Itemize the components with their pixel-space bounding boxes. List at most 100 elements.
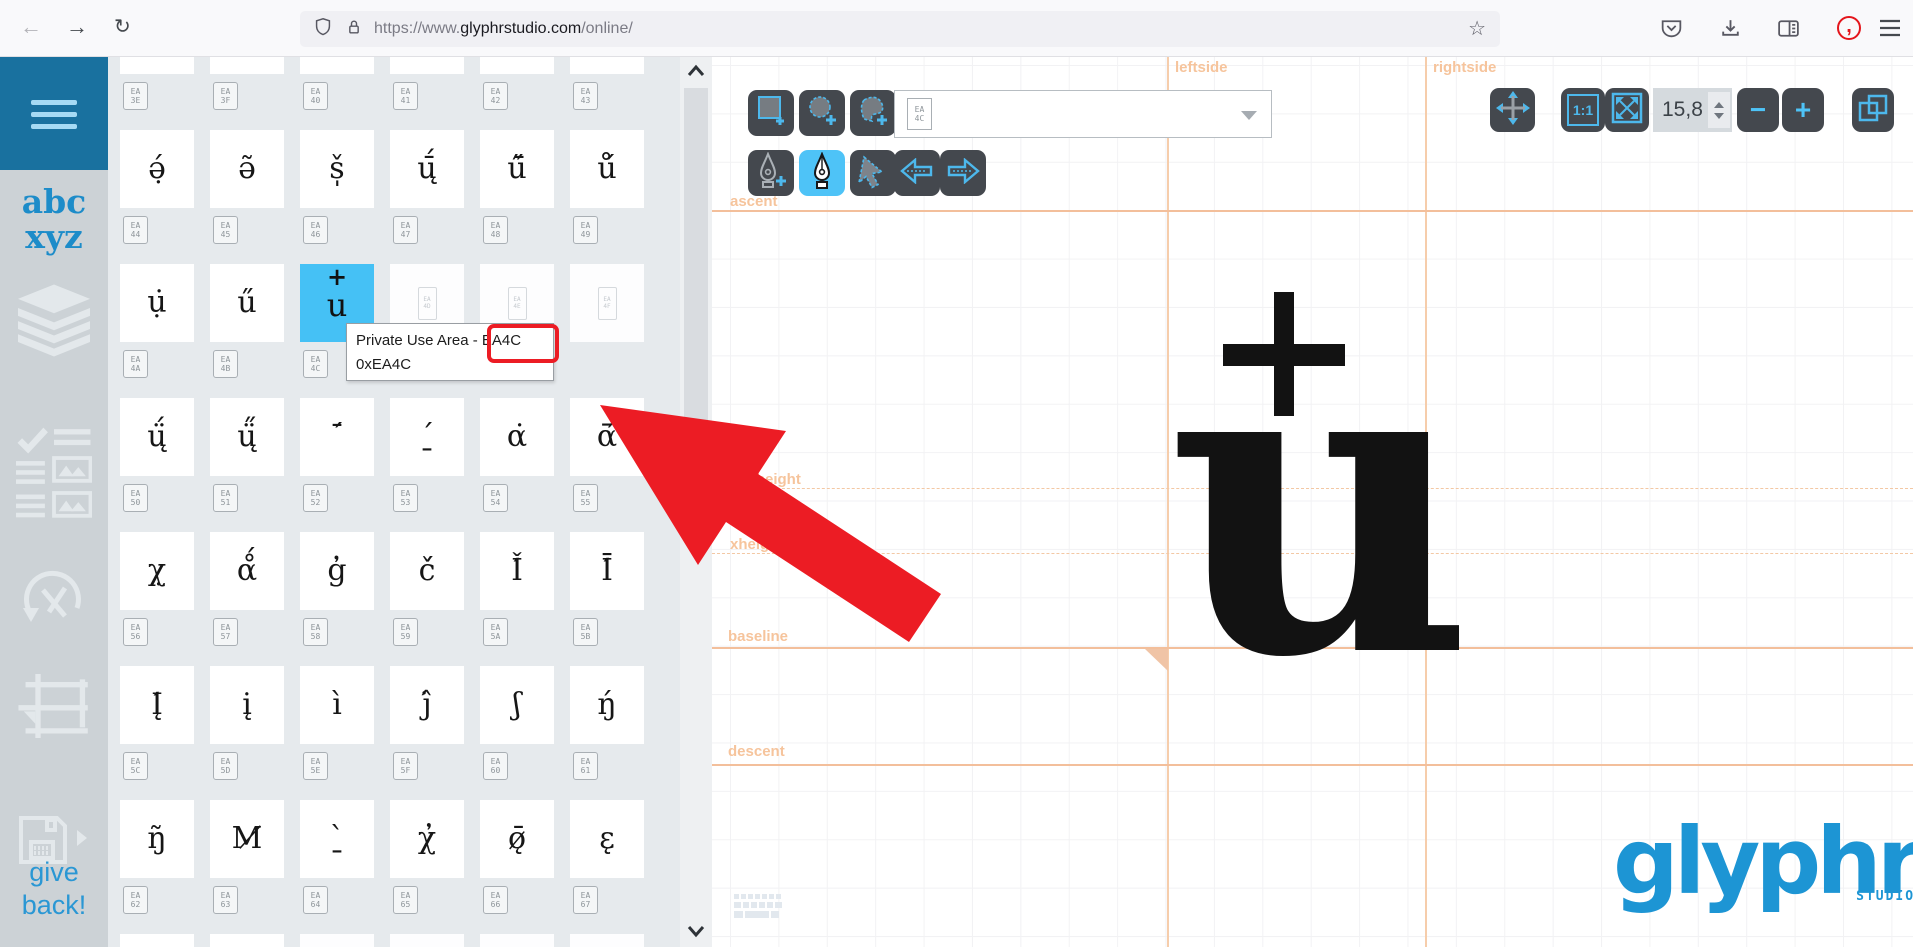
- sidebar-item-glyph-edit[interactable]: abc xyz: [0, 184, 108, 254]
- glyph-cell[interactable]: ű̄: [480, 130, 554, 208]
- glyph-cell-empty[interactable]: [480, 934, 554, 947]
- glyph-code-badge: EA48: [483, 216, 508, 244]
- glyph-cell[interactable]: ụ̇: [120, 264, 194, 342]
- sidebar-item-history[interactable]: [19, 564, 89, 639]
- sidebar-item-overview[interactable]: [16, 424, 92, 529]
- scroll-up-icon[interactable]: [686, 62, 706, 82]
- glyph-code-badge: EA45: [213, 216, 238, 244]
- zoom-level-field[interactable]: 15,8: [1653, 88, 1732, 132]
- glyph-cell[interactable]: į: [210, 666, 284, 744]
- glyph-cell[interactable]: [210, 56, 284, 74]
- glyph-cell[interactable]: [120, 56, 194, 74]
- glyph-cell[interactable]: ų̈́: [120, 398, 194, 476]
- new-path-tool-button[interactable]: [850, 90, 896, 136]
- badge-code-top: EA: [915, 105, 925, 114]
- add-path-point-tool-button[interactable]: [748, 150, 794, 196]
- glyph-cell[interactable]: ƫ: [300, 56, 374, 74]
- reload-icon[interactable]: ↻: [114, 12, 131, 42]
- cell-glyph: ˉ́: [330, 422, 345, 452]
- glyph-cell[interactable]: ø̨̄: [480, 800, 554, 878]
- glyph-cell[interactable]: ŋ̃: [120, 800, 194, 878]
- glyph-cell[interactable]: ˍ́: [390, 398, 464, 476]
- glyph-cell[interactable]: Į́: [120, 666, 194, 744]
- glyph-cell[interactable]: ű: [210, 264, 284, 342]
- glyph-cell-empty[interactable]: [300, 934, 374, 947]
- glyph-cell[interactable]: ĵ̇: [390, 666, 464, 744]
- menu-hamburger-icon[interactable]: [1878, 18, 1902, 43]
- glyph-cell[interactable]: ˍ̀: [300, 800, 374, 878]
- cell-glyph: ų̄́: [417, 154, 436, 184]
- forward-icon[interactable]: →: [66, 12, 88, 42]
- spinner-up-icon[interactable]: [1714, 102, 1724, 108]
- zoom-spinner[interactable]: [1708, 92, 1730, 128]
- lock-icon[interactable]: [344, 15, 364, 44]
- glyph-cell[interactable]: ʃ: [480, 666, 554, 744]
- sidebar-item-kerning[interactable]: [18, 674, 90, 759]
- path-edit-arrow-tool-button[interactable]: [850, 150, 896, 196]
- zoom-fit-button[interactable]: [1605, 88, 1649, 132]
- glyph-cell[interactable]: χ̣: [120, 532, 194, 610]
- glyph-cell[interactable]: α̊́: [210, 532, 284, 610]
- zoom-out-button[interactable]: −: [1737, 88, 1779, 132]
- sidebar-item-menu[interactable]: [0, 56, 108, 170]
- glyph-cell[interactable]: ç: [570, 56, 644, 74]
- glyph-cell[interactable]: Ī́: [570, 532, 644, 610]
- glyph-cell[interactable]: ì: [300, 666, 374, 744]
- glyph-base-letter[interactable]: u: [1168, 257, 1473, 750]
- glyph-code-badge: EA67: [573, 886, 598, 914]
- scrollbar-thumb[interactable]: [684, 88, 708, 428]
- glyph-code-badge: EA58: [303, 618, 328, 646]
- glyph-cell[interactable]: ᾱ́: [570, 398, 644, 476]
- glyph-cell[interactable]: ị: [480, 56, 554, 74]
- zoom-in-button[interactable]: +: [1782, 88, 1824, 132]
- origin-marker-triangle[interactable]: [1145, 649, 1168, 671]
- glyph-grid-scrollbar[interactable]: [680, 56, 712, 947]
- glyph-cell[interactable]: ɛ̨: [570, 800, 644, 878]
- bookmark-star-icon[interactable]: ☆: [1468, 16, 1486, 41]
- cell-glyph: ų̈̋: [237, 422, 256, 452]
- glyph-cell[interactable]: ạ: [390, 56, 464, 74]
- pan-tool-button[interactable]: [1490, 88, 1535, 132]
- download-icon[interactable]: [1718, 16, 1743, 46]
- glyph-cell[interactable]: M̸: [210, 800, 284, 878]
- glyph-cell[interactable]: ə̃: [210, 130, 284, 208]
- badge-code-bottom: 4C: [915, 114, 925, 123]
- glyph-cell[interactable]: ů́: [570, 130, 644, 208]
- glyph-cell-empty[interactable]: [390, 934, 464, 947]
- glyph-cell[interactable]: č́: [390, 532, 464, 610]
- glyph-cell[interactable]: ų̄́: [390, 130, 464, 208]
- next-glyph-button[interactable]: [940, 150, 986, 196]
- glyph-cell[interactable]: Ʒ: [120, 934, 194, 947]
- glyph-cell[interactable]: α̇: [480, 398, 554, 476]
- glyph-cell[interactable]: É: [210, 934, 284, 947]
- extension-icon[interactable]: ,: [1835, 14, 1863, 47]
- layers-panel-button[interactable]: [1852, 88, 1894, 132]
- glyph-cell-empty[interactable]: [570, 934, 644, 947]
- scroll-down-icon[interactable]: [686, 920, 706, 940]
- pen-tool-button-active[interactable]: [799, 150, 845, 196]
- glyph-cell[interactable]: ˉ́: [300, 398, 374, 476]
- zoom-one-to-one-button[interactable]: 1:1: [1561, 88, 1605, 132]
- shield-icon[interactable]: [312, 15, 334, 44]
- sidebar-item-layers[interactable]: [18, 284, 90, 375]
- empty-glyph-placeholder: EA4D: [418, 287, 437, 320]
- sidebar-panel-icon[interactable]: [1776, 16, 1801, 46]
- glyph-cell[interactable]: ų̈̋: [210, 398, 284, 476]
- sidebar-item-give-back[interactable]: give back!: [0, 856, 108, 922]
- glyph-cell[interactable]: š̩: [300, 130, 374, 208]
- new-oval-tool-button[interactable]: [799, 90, 845, 136]
- glyph-selector-dropdown[interactable]: EA4C: [894, 90, 1272, 138]
- glyph-cell-empty[interactable]: EA4F: [570, 264, 644, 342]
- address-bar[interactable]: https://www.glyphrstudio.com/online/ ☆: [300, 11, 1500, 47]
- glyph-cell[interactable]: Ǐ́: [480, 532, 554, 610]
- previous-glyph-button[interactable]: [894, 150, 940, 196]
- back-icon[interactable]: ←: [20, 12, 42, 42]
- pocket-icon[interactable]: [1659, 16, 1684, 46]
- new-rectangle-tool-button[interactable]: [748, 90, 794, 136]
- glyph-cell[interactable]: g̓: [300, 532, 374, 610]
- glyph-cell[interactable]: χ̓: [390, 800, 464, 878]
- glyph-cell[interactable]: ŋ́: [570, 666, 644, 744]
- cell-glyph: α̇: [507, 422, 527, 452]
- glyph-cell[interactable]: ə̣́: [120, 130, 194, 208]
- spinner-down-icon[interactable]: [1714, 113, 1724, 119]
